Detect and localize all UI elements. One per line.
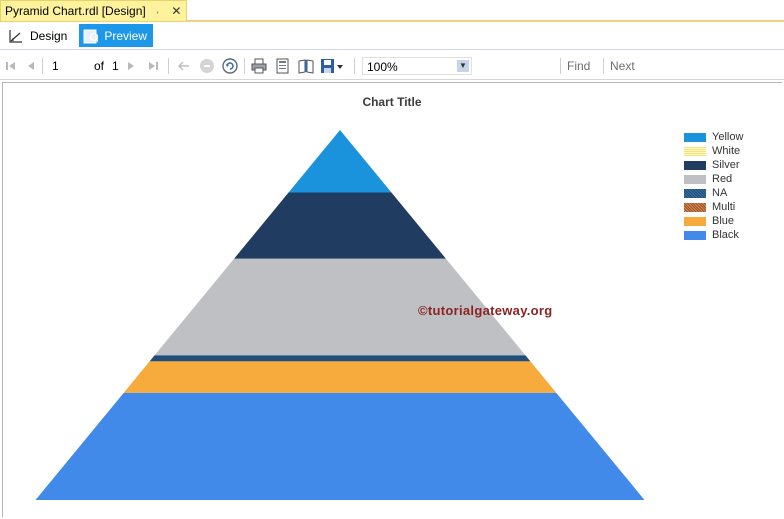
legend-swatch xyxy=(684,230,706,240)
legend-label: Silver xyxy=(712,159,740,171)
legend-label: Blue xyxy=(712,215,735,227)
legend-item-silver: Silver xyxy=(684,158,780,172)
legend-swatch xyxy=(684,146,706,156)
legend-item-multi: Multi xyxy=(684,200,780,214)
legend-swatch xyxy=(684,132,706,142)
legend-swatch xyxy=(684,216,706,226)
chart-legend: Yellow White Silver Red NA Multi Blue Black xyxy=(684,130,780,242)
pyramid-segment-silver[interactable] xyxy=(234,192,446,259)
legend-label: Yellow xyxy=(712,131,744,143)
legend-item-na: NA xyxy=(684,186,780,200)
legend-swatch xyxy=(684,188,706,198)
legend-label: NA xyxy=(712,187,728,199)
legend-swatch xyxy=(684,160,706,170)
legend-label: Black xyxy=(712,229,739,241)
pyramid-segment-yellow[interactable] xyxy=(288,130,392,193)
legend-item-blue: Blue xyxy=(684,214,780,228)
pyramid-chart xyxy=(35,130,645,500)
pyramid-segment-black[interactable] xyxy=(35,392,645,500)
legend-label: Multi xyxy=(712,201,736,213)
legend-item-yellow: Yellow xyxy=(684,130,780,144)
pyramid-segment-na[interactable] xyxy=(149,355,531,362)
pyramid-segment-blue[interactable] xyxy=(123,361,557,393)
legend-label: White xyxy=(712,145,741,157)
legend-item-white: White xyxy=(684,144,780,158)
legend-item-red: Red xyxy=(684,172,780,186)
legend-item-black: Black xyxy=(684,228,780,242)
legend-swatch xyxy=(684,202,706,212)
legend-swatch xyxy=(684,174,706,184)
watermark: ©tutorialgateway.org xyxy=(418,303,553,318)
legend-label: Red xyxy=(712,173,733,185)
